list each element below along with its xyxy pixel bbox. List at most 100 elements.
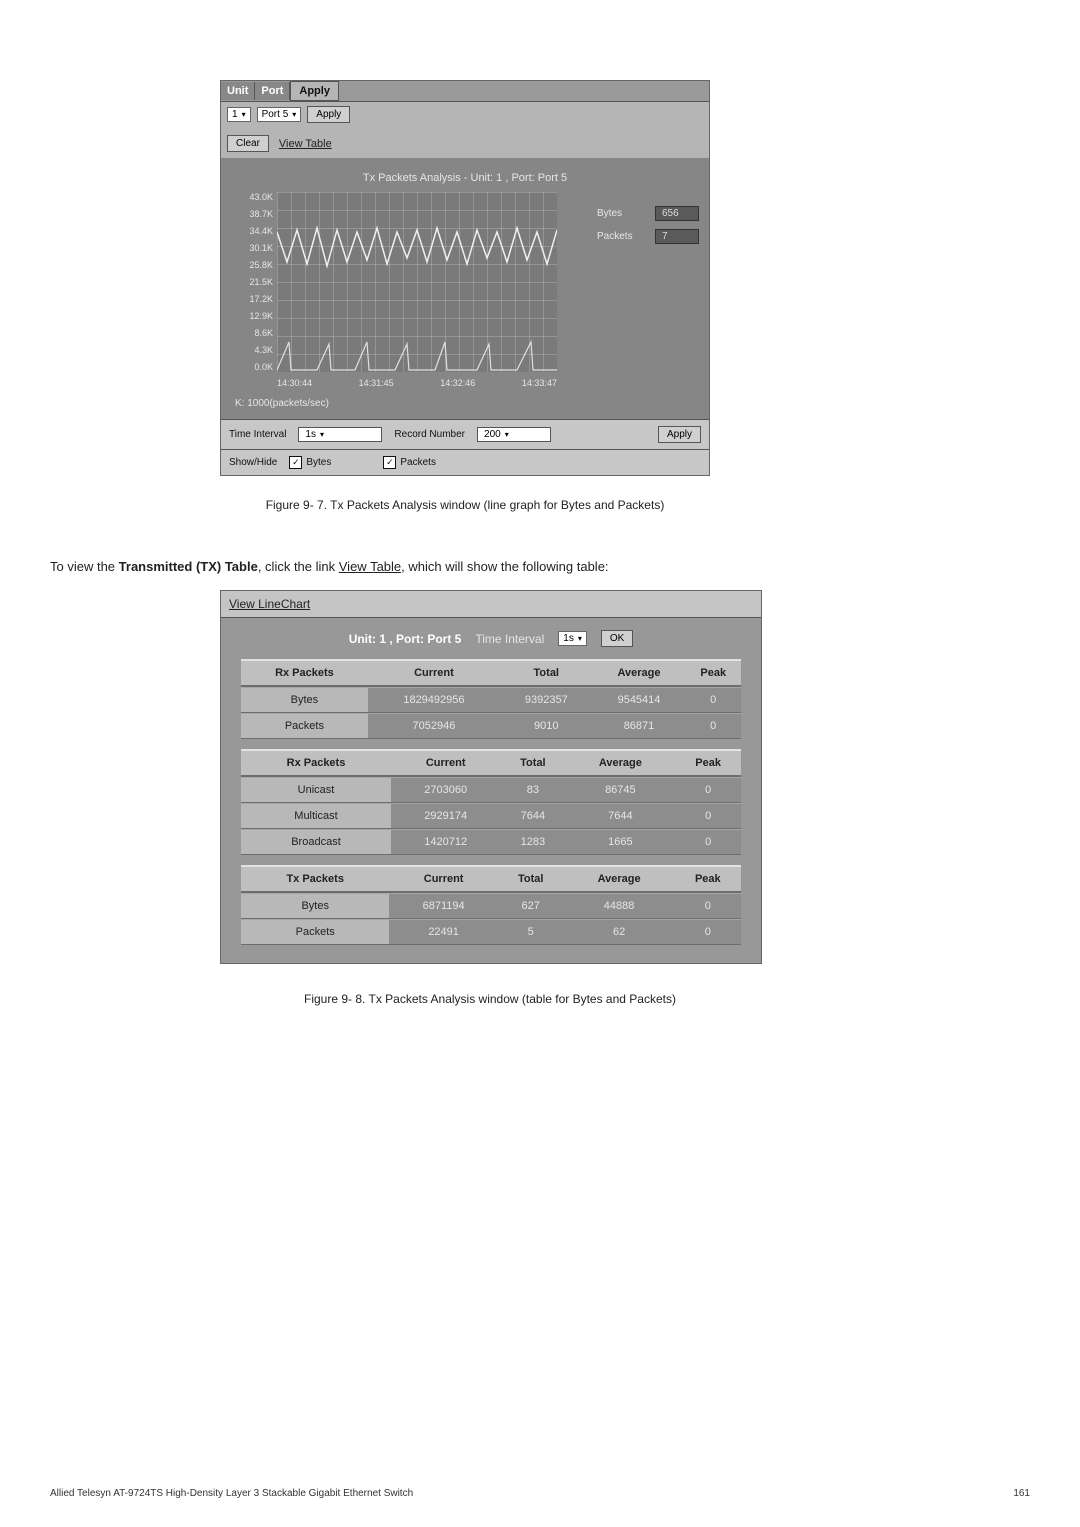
- bytes-value: 656: [655, 206, 699, 221]
- cell: 9392357: [500, 687, 593, 713]
- x-axis-ticks: 14:30:44 14:31:45 14:32:46 14:33:47: [277, 378, 557, 388]
- cell: 0: [685, 713, 741, 739]
- table-row: Bytes 6871194 627 44888 0: [241, 893, 741, 919]
- header-row-actions: Clear View Table: [221, 127, 709, 158]
- cell: 1829492956: [368, 687, 500, 713]
- port-select[interactable]: Port 5: [257, 107, 302, 122]
- cell: 86871: [593, 713, 686, 739]
- col-head: Peak: [685, 659, 741, 687]
- cell: 6871194: [389, 893, 497, 919]
- cell: 0: [685, 687, 741, 713]
- cell: 1283: [500, 829, 565, 855]
- view-table-link[interactable]: View Table: [279, 138, 332, 150]
- xtick: 14:33:47: [522, 378, 557, 388]
- col-head: Total: [500, 749, 565, 777]
- body-text-pre: To view the: [50, 559, 119, 574]
- body-text-post: , which will show the following table:: [401, 559, 608, 574]
- controls-apply-button[interactable]: Apply: [658, 426, 701, 443]
- page-number: 161: [1013, 1488, 1030, 1499]
- body-text-link: View Table: [339, 559, 401, 574]
- cell: 0: [675, 777, 741, 803]
- col-head: Current: [368, 659, 500, 687]
- col-head: Average: [565, 749, 675, 777]
- time-interval-select[interactable]: 1s: [298, 427, 382, 442]
- xtick: 14:30:44: [277, 378, 312, 388]
- cell: 44888: [564, 893, 675, 919]
- chart-side-readout: Bytes 656 Packets 7: [597, 192, 699, 388]
- cell: 7052946: [368, 713, 500, 739]
- tx-packets-chart-window: Unit Port Apply 1 Port 5 Apply Clear Vie…: [220, 80, 710, 476]
- showhide-label: Show/Hide: [229, 457, 277, 468]
- ytick: 25.8K: [231, 260, 273, 270]
- cell: 7644: [500, 803, 565, 829]
- col-head: Current: [389, 865, 497, 893]
- apply-header-label: Apply: [290, 81, 339, 101]
- cell: 0: [675, 803, 741, 829]
- ytick: 21.5K: [231, 277, 273, 287]
- body-text-mid: , click the link: [258, 559, 339, 574]
- chart-plot: [277, 192, 557, 372]
- col-head: Average: [593, 659, 686, 687]
- cell: 86745: [565, 777, 675, 803]
- checkbox-box-icon: ✓: [289, 456, 302, 469]
- table-row: Broadcast 1420712 1283 1665 0: [241, 829, 741, 855]
- row-label: Broadcast: [241, 829, 391, 855]
- controls-row-1: Time Interval 1s Record Number 200 Apply: [221, 419, 709, 449]
- col-head: Current: [391, 749, 500, 777]
- col-head: Rx Packets: [241, 659, 368, 687]
- k-note: K: 1000(packets/sec): [231, 388, 699, 413]
- cell: 62: [564, 919, 675, 945]
- ytick: 0.0K: [231, 362, 273, 372]
- table-head-row: Rx Packets Current Total Average Peak: [241, 749, 741, 777]
- ok-button[interactable]: OK: [601, 630, 633, 647]
- rx-packets-table-1: Rx Packets Current Total Average Peak By…: [241, 659, 741, 739]
- ytick: 38.7K: [231, 209, 273, 219]
- page-footer: Allied Telesyn AT-9724TS High-Density La…: [50, 1488, 1030, 1499]
- chart-title: Tx Packets Analysis - Unit: 1 , Port: Po…: [231, 168, 699, 192]
- ytick: 8.6K: [231, 328, 273, 338]
- xtick: 14:31:45: [359, 378, 394, 388]
- controls-row-2: Show/Hide ✓ Bytes ✓ Packets: [221, 449, 709, 475]
- tx-packets-table-window: View LineChart Unit: 1 , Port: Port 5 Ti…: [220, 590, 762, 964]
- table-head-row: Rx Packets Current Total Average Peak: [241, 659, 741, 687]
- cell: 1420712: [391, 829, 500, 855]
- bytes-label: Bytes: [597, 208, 647, 219]
- cell: 627: [498, 893, 564, 919]
- page: Unit Port Apply 1 Port 5 Apply Clear Vie…: [0, 0, 1080, 1527]
- tx-packets-table: Tx Packets Current Total Average Peak By…: [241, 865, 741, 945]
- cell: 22491: [389, 919, 497, 945]
- row-label: Multicast: [241, 803, 391, 829]
- time-interval-label-2: Time Interval: [475, 632, 544, 646]
- row-label: Bytes: [241, 893, 389, 919]
- packets-value: 7: [655, 229, 699, 244]
- view-linechart-link-bar: View LineChart: [221, 591, 761, 618]
- row-label: Unicast: [241, 777, 391, 803]
- apply-button[interactable]: Apply: [307, 106, 350, 123]
- bytes-checkbox[interactable]: ✓ Bytes: [289, 456, 331, 469]
- clear-button[interactable]: Clear: [227, 135, 269, 152]
- series-bytes: [277, 228, 557, 266]
- cell: 0: [675, 829, 741, 855]
- col-head: Rx Packets: [241, 749, 391, 777]
- time-interval-label: Time Interval: [229, 429, 286, 440]
- cell: 2929174: [391, 803, 500, 829]
- cell: 9010: [500, 713, 593, 739]
- figure-1-wrap: Unit Port Apply 1 Port 5 Apply Clear Vie…: [220, 80, 1030, 512]
- view-linechart-link[interactable]: View LineChart: [229, 597, 310, 611]
- cell: 2703060: [391, 777, 500, 803]
- record-number-select[interactable]: 200: [477, 427, 551, 442]
- checkbox-box-icon: ✓: [383, 456, 396, 469]
- col-head: Peak: [675, 749, 741, 777]
- ytick: 34.4K: [231, 226, 273, 236]
- chart-area: Tx Packets Analysis - Unit: 1 , Port: Po…: [221, 158, 709, 419]
- cell: 83: [500, 777, 565, 803]
- chart-window-header: Unit Port Apply 1 Port 5 Apply Clear Vie…: [221, 81, 709, 158]
- col-head: Peak: [675, 865, 741, 893]
- figure-1-caption: Figure 9- 7. Tx Packets Analysis window …: [220, 498, 710, 512]
- unit-select[interactable]: 1: [227, 107, 251, 122]
- packets-checkbox[interactable]: ✓ Packets: [383, 456, 436, 469]
- body-text-bold: Transmitted (TX) Table: [119, 559, 258, 574]
- header-row-selects: 1 Port 5 Apply: [221, 102, 709, 127]
- ytick: 43.0K: [231, 192, 273, 202]
- time-interval-select-2[interactable]: 1s: [558, 631, 587, 646]
